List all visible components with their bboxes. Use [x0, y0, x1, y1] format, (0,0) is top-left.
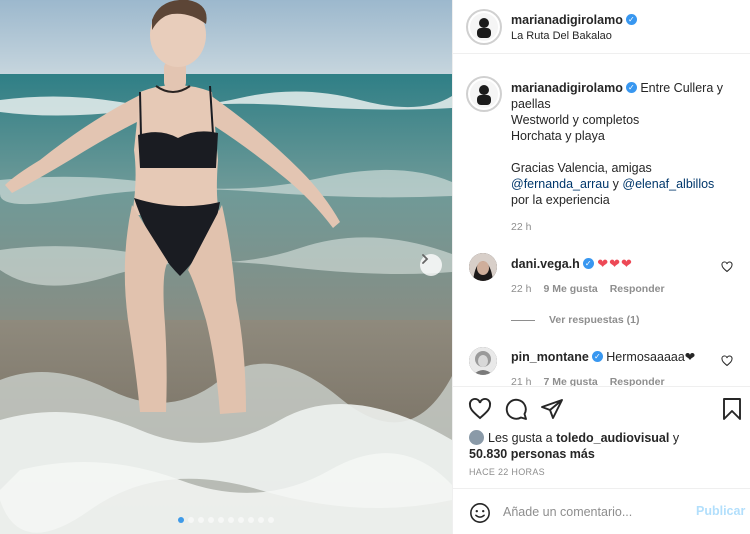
- comment-text: Hermosaaaaa❤: [606, 350, 696, 364]
- likes-joiner: y: [672, 431, 680, 445]
- carousel-dot: [238, 517, 244, 523]
- post-timestamp[interactable]: HACE 22 HORAS: [469, 467, 545, 477]
- caption-username[interactable]: marianadigirolamo: [511, 81, 623, 95]
- carousel-dot: [258, 517, 264, 523]
- caption-timestamp[interactable]: 22 h: [511, 221, 531, 233]
- post-side-panel: marianadigirolamo ✓ La Ruta Del Bakalao m…: [452, 0, 750, 534]
- paper-plane-icon[interactable]: [540, 397, 564, 421]
- commenter-avatar[interactable]: [469, 253, 497, 281]
- carousel-dot: [268, 517, 274, 523]
- post-photo[interactable]: [0, 0, 452, 534]
- comment-username[interactable]: pin_montane: [511, 350, 589, 364]
- verified-badge-icon: ✓: [625, 82, 637, 94]
- publish-button[interactable]: Publicar: [696, 504, 745, 518]
- caption-line: Horchata y playa: [511, 129, 605, 143]
- carousel-dot: [178, 517, 184, 523]
- liker-username[interactable]: toledo_audiovisual: [556, 431, 669, 445]
- reply-button[interactable]: Responder: [610, 376, 665, 386]
- likes-summary: Les gusta a toledo_audiovisual y 50.830 …: [469, 430, 679, 462]
- verified-badge-icon: ✓: [591, 351, 603, 363]
- carousel-next-button[interactable]: [420, 254, 442, 276]
- carousel-dot: [188, 517, 194, 523]
- bookmark-icon[interactable]: [721, 397, 743, 421]
- author-username[interactable]: marianadigirolamo: [511, 13, 623, 27]
- post-location[interactable]: La Ruta Del Bakalao: [511, 30, 612, 42]
- comment-bubble-icon[interactable]: [504, 397, 528, 421]
- verified-badge-icon: ✓: [582, 258, 594, 270]
- carousel-dot: [198, 517, 204, 523]
- carousel-indicator: [0, 517, 452, 523]
- comment-timestamp[interactable]: 22 h: [511, 283, 531, 295]
- avatar-portrait: [469, 253, 497, 281]
- verified-badge-icon: ✓: [625, 14, 637, 26]
- carousel-dot: [208, 517, 214, 523]
- carousel-dot: [218, 517, 224, 523]
- replies-divider: [511, 319, 535, 321]
- caption-author-avatar[interactable]: [466, 76, 502, 112]
- post-actions: Les gusta a toledo_audiovisual y 50.830 …: [453, 386, 750, 488]
- comment-meta: 22 h 9 Me gusta Responder: [511, 283, 665, 295]
- view-replies-button[interactable]: Ver respuestas (1): [511, 314, 639, 326]
- comment-username[interactable]: dani.vega.h: [511, 257, 580, 271]
- beach-photo-illustration: [0, 0, 452, 534]
- commenter-avatar[interactable]: [469, 347, 497, 375]
- comment-timestamp[interactable]: 21 h: [511, 376, 531, 386]
- comment-composer: Publicar: [453, 488, 750, 534]
- likes-count[interactable]: 50.830 personas más: [469, 447, 595, 461]
- smiley-icon[interactable]: [469, 502, 491, 524]
- avatar-portrait: [469, 347, 497, 375]
- caption-line: paellas: [511, 97, 551, 111]
- caption-line: Entre Cullera y: [640, 81, 724, 95]
- mention-link[interactable]: @elenaf_albillos: [622, 177, 714, 191]
- reply-button[interactable]: Responder: [610, 283, 665, 295]
- comment-likes-count[interactable]: 7 Me gusta: [543, 376, 597, 386]
- caption-line: por la experiencia: [511, 193, 610, 207]
- person-silhouette-icon: [477, 85, 491, 105]
- chevron-right-icon: [422, 254, 429, 264]
- carousel-dot: [228, 517, 234, 523]
- comment-like-icon[interactable]: [721, 261, 733, 273]
- comment-like-icon[interactable]: [721, 355, 733, 367]
- liker-avatar[interactable]: [469, 430, 484, 445]
- comments-list: marianadigirolamo ✓ Entre Cullera y paell…: [453, 55, 750, 386]
- comment-meta: 21 h 7 Me gusta Responder: [511, 376, 665, 386]
- heart-icon[interactable]: [468, 397, 492, 421]
- view-replies-label: Ver respuestas (1): [549, 314, 640, 326]
- person-silhouette-icon: [477, 18, 491, 38]
- comment-likes-count[interactable]: 9 Me gusta: [543, 283, 597, 295]
- carousel-dot: [248, 517, 254, 523]
- mention-joiner: y: [612, 177, 619, 191]
- mention-link[interactable]: @fernanda_arrau: [511, 177, 609, 191]
- post-header: marianadigirolamo ✓ La Ruta Del Bakalao: [453, 0, 750, 54]
- comment-input[interactable]: [503, 501, 683, 523]
- post-caption: marianadigirolamo ✓ Entre Cullera y paell…: [511, 80, 743, 208]
- caption-line: Westworld y completos: [511, 113, 640, 127]
- caption-line: Gracias Valencia, amigas: [511, 161, 652, 175]
- likes-prefix: Les gusta a: [488, 431, 553, 445]
- comment-text: ❤❤❤: [597, 256, 633, 271]
- instagram-post: marianadigirolamo ✓ La Ruta Del Bakalao m…: [0, 0, 750, 534]
- author-avatar[interactable]: [466, 9, 502, 45]
